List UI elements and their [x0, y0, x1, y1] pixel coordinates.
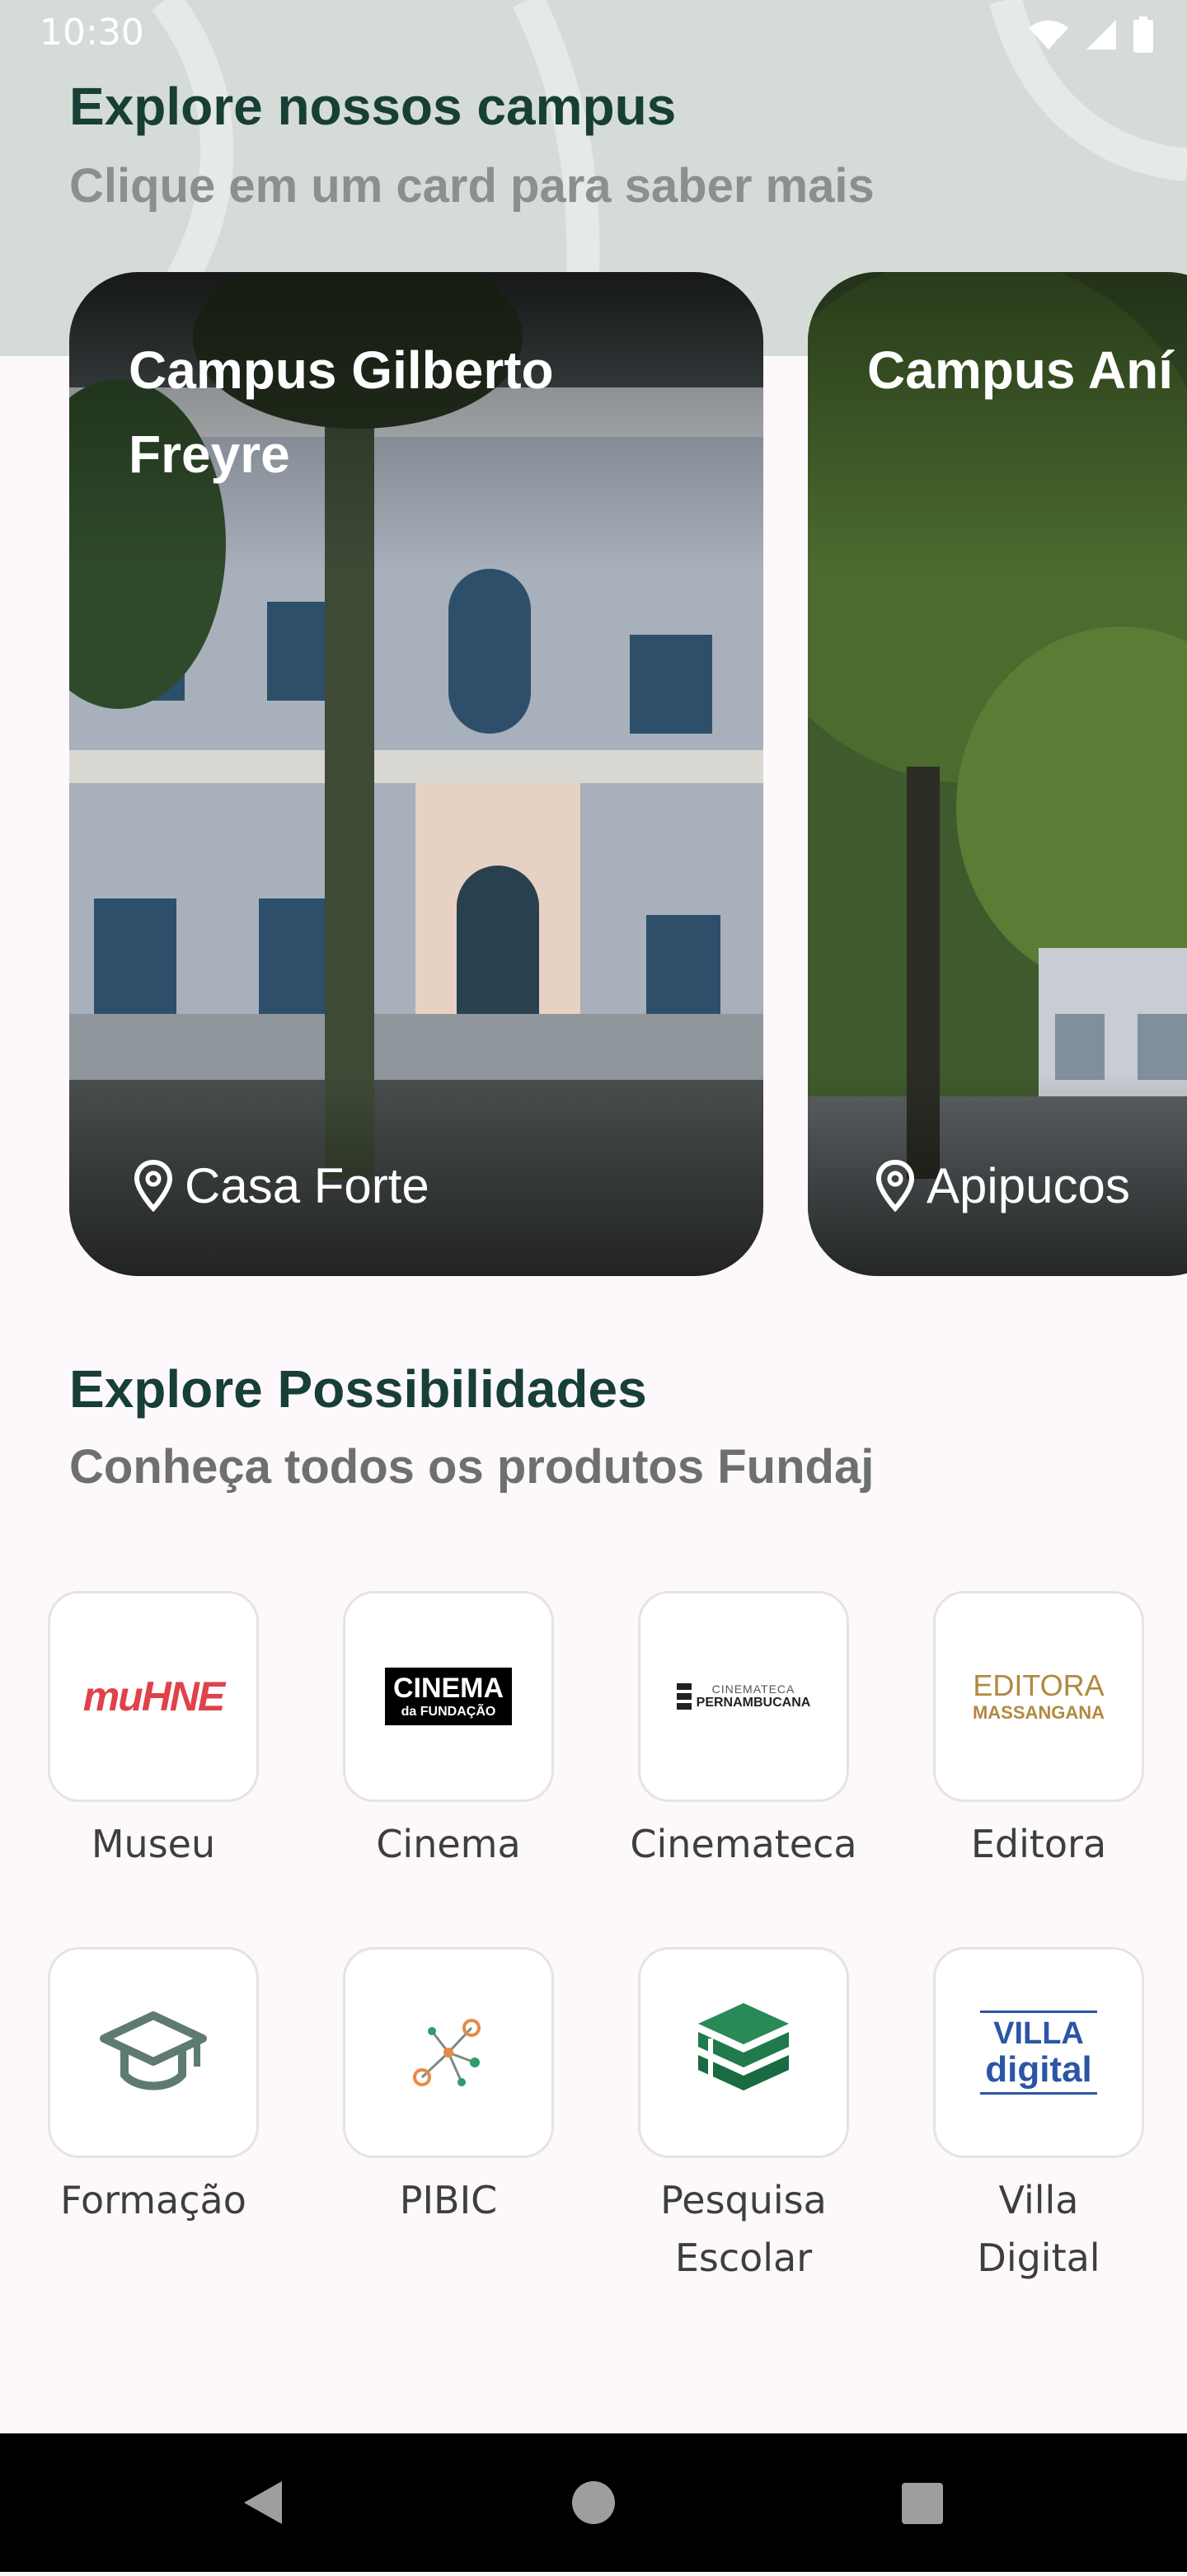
stacked-books-icon	[698, 2003, 789, 2090]
villa-logo-subtext: digital	[985, 2049, 1092, 2090]
cinemateca-bars-icon	[676, 1683, 692, 1710]
museu-logo-tile[interactable]: muHNE	[48, 1591, 259, 1802]
product-pesquisa-escolar[interactable]: Pesquisa Escolar	[620, 1947, 867, 2287]
product-label: Cinema	[376, 1822, 521, 1866]
status-bar: 10:30	[0, 0, 1187, 69]
product-label: PIBIC	[399, 2178, 498, 2222]
villa-digital-logo: VILLA digital	[980, 2011, 1097, 2095]
museu-logo: muHNE	[82, 1673, 226, 1720]
pibic-logo-tile[interactable]	[343, 1947, 554, 2158]
cinema-logo: CINEMA da FUNDAÇÃO	[384, 1668, 513, 1725]
campus-photo	[808, 272, 1187, 1276]
products-section-subtitle: Conheça todos os produtos Fundaj	[69, 1440, 875, 1494]
product-cinema[interactable]: CINEMA da FUNDAÇÃO Cinema	[325, 1591, 572, 1873]
product-label: Pesquisa Escolar	[660, 2178, 827, 2280]
product-formacao[interactable]: Formação	[30, 1947, 277, 2229]
product-label: Cinemateca	[630, 1822, 857, 1866]
product-cinemateca[interactable]: CINEMATECA PERNAMBUCANA Cinemateca	[620, 1591, 867, 1873]
cinema-logo-subtext: da FUNDAÇÃO	[401, 1705, 496, 1719]
cinemateca-logo-tile[interactable]: CINEMATECA PERNAMBUCANA	[638, 1591, 849, 1802]
campus-card-title: Campus Aní Teixeira	[867, 340, 1187, 400]
campus-location-text: Casa Forte	[185, 1157, 429, 1213]
page-subtitle: Clique em um card para saber mais	[69, 159, 875, 213]
product-pibic[interactable]: PIBIC	[325, 1947, 572, 2229]
product-villa-digital[interactable]: VILLA digital Villa Digital	[915, 1947, 1162, 2287]
villa-logo-text: VILLA	[993, 2016, 1084, 2051]
product-label: Formação	[60, 2178, 246, 2222]
cinemateca-logo-subtext: PERNAMBUCANA	[696, 1696, 811, 1710]
system-navigation-bar	[0, 2433, 1187, 2572]
campus-card-gilberto-freyre[interactable]: Campus Gilberto Freyre	[69, 272, 763, 1276]
villa-digital-logo-tile[interactable]: VILLA digital	[933, 1947, 1144, 2158]
status-icons	[1027, 15, 1154, 54]
location-pin-icon	[875, 1159, 915, 1212]
editora-logo-text: EDITORA	[973, 1668, 1105, 1702]
editora-logo-subtext: MASSANGANA	[972, 1702, 1105, 1723]
campus-location: Casa Forte	[134, 1152, 429, 1218]
wifi-icon	[1029, 20, 1068, 49]
recents-icon	[902, 2483, 943, 2524]
product-label: Editora	[970, 1822, 1107, 1866]
formacao-logo-tile[interactable]	[48, 1947, 259, 2158]
location-pin-icon	[134, 1159, 173, 1212]
cinema-logo-tile[interactable]: CINEMA da FUNDAÇÃO	[343, 1591, 554, 1802]
status-time: 10:30	[40, 12, 144, 54]
pesquisa-escolar-logo-tile[interactable]	[638, 1947, 849, 2158]
battery-icon	[1133, 16, 1153, 53]
campus-card-anisio-teixeira[interactable]: Campus Aní Teixeira	[808, 272, 1187, 1276]
signal-icon	[1086, 20, 1116, 49]
cinemateca-logo-text: CINEMATECA	[711, 1682, 795, 1696]
product-label: Villa Digital	[977, 2178, 1100, 2280]
product-label: Museu	[91, 1822, 216, 1866]
product-editora[interactable]: EDITORA MASSANGANA Editora	[915, 1591, 1162, 1873]
network-nodes-icon	[413, 2019, 481, 2086]
page-title: Explore nossos campus	[69, 77, 677, 136]
editora-logo-tile[interactable]: EDITORA MASSANGANA	[933, 1591, 1144, 1802]
campus-location-text: Apipucos	[927, 1157, 1130, 1213]
graduation-cap-icon	[100, 2011, 207, 2090]
editora-logo: EDITORA MASSANGANA	[973, 1669, 1105, 1724]
home-icon	[572, 2481, 615, 2524]
campus-location: Apipucos	[875, 1152, 1130, 1218]
back-icon	[244, 2481, 282, 2524]
cinema-logo-text: CINEMA	[392, 1673, 504, 1704]
products-section-title: Explore Possibilidades	[69, 1359, 647, 1419]
product-museu[interactable]: muHNE Museu	[30, 1591, 277, 1873]
nav-buttons	[244, 2481, 943, 2524]
cinemateca-logo: CINEMATECA PERNAMBUCANA	[676, 1682, 811, 1710]
campus-card-title: Campus Gilberto Freyre	[129, 340, 554, 484]
